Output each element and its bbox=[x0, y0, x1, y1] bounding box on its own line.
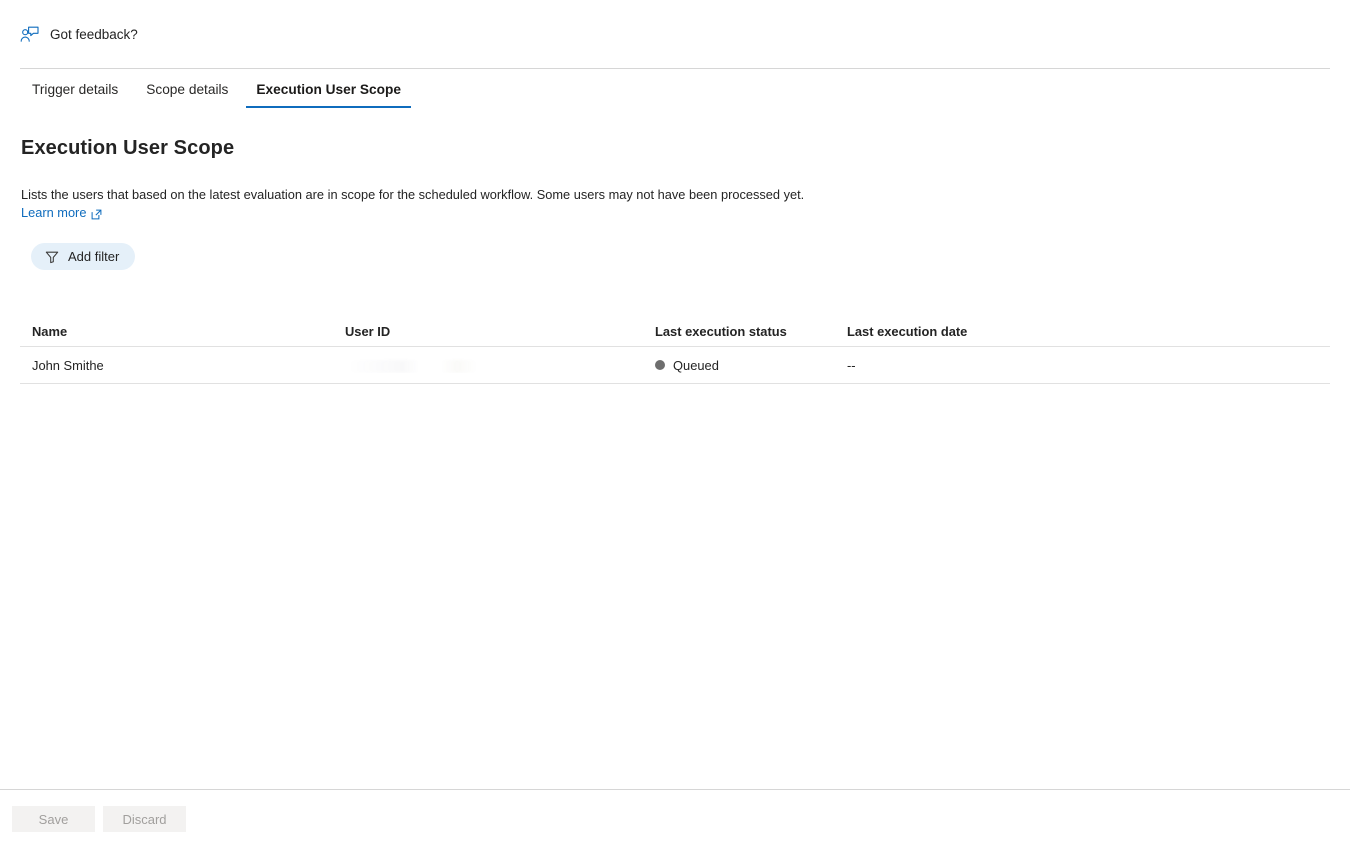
execution-user-scope-page: Got feedback? Trigger details Scope deta… bbox=[0, 0, 1350, 844]
column-header-name[interactable]: Name bbox=[20, 324, 345, 339]
status-label: Queued bbox=[673, 357, 719, 373]
cell-last-execution-date: -- bbox=[847, 357, 856, 373]
tab-bar: Trigger details Scope details Execution … bbox=[18, 74, 415, 108]
page-description: Lists the users that based on the latest… bbox=[21, 186, 1021, 221]
execution-user-scope-table: Name User ID Last execution status Last … bbox=[20, 316, 1330, 384]
column-header-last-execution-status[interactable]: Last execution status bbox=[655, 324, 847, 339]
tab-execution-user-scope[interactable]: Execution User Scope bbox=[242, 74, 415, 108]
discard-button[interactable]: Discard bbox=[103, 806, 186, 832]
tab-trigger-details-label: Trigger details bbox=[32, 81, 119, 97]
footer-divider bbox=[0, 789, 1350, 790]
status-badge bbox=[655, 360, 665, 370]
tab-execution-user-scope-label: Execution User Scope bbox=[256, 81, 401, 97]
page-title: Execution User Scope bbox=[21, 137, 235, 159]
got-feedback-label: Got feedback? bbox=[50, 26, 138, 42]
page-description-text: Lists the users that based on the latest… bbox=[21, 187, 805, 202]
got-feedback-link[interactable]: Got feedback? bbox=[20, 25, 138, 45]
add-filter-button[interactable]: Add filter bbox=[31, 243, 136, 270]
column-header-last-execution-date[interactable]: Last execution date bbox=[847, 324, 1147, 339]
footer-actions: Save Discard bbox=[12, 806, 186, 832]
feedback-bar: Got feedback? bbox=[0, 0, 1350, 69]
learn-more-link[interactable]: Learn more bbox=[21, 204, 102, 221]
tab-scope-details-label: Scope details bbox=[146, 81, 229, 97]
column-header-user-id[interactable]: User ID bbox=[345, 324, 655, 339]
person-feedback-icon bbox=[20, 26, 40, 44]
filter-funnel-icon bbox=[45, 250, 59, 264]
cell-name: John Smithe bbox=[32, 357, 104, 373]
cell-user-id bbox=[345, 357, 655, 373]
external-link-icon bbox=[91, 207, 102, 220]
tab-scope-details[interactable]: Scope details bbox=[132, 74, 242, 104]
add-filter-label: Add filter bbox=[68, 249, 120, 264]
table-row[interactable]: John Smithe Queued -- bbox=[20, 347, 1330, 384]
table-header-row: Name User ID Last execution status Last … bbox=[20, 316, 1330, 347]
redacted-user-id bbox=[345, 359, 515, 373]
save-button[interactable]: Save bbox=[12, 806, 95, 832]
tab-trigger-details[interactable]: Trigger details bbox=[18, 74, 132, 104]
learn-more-label: Learn more bbox=[21, 205, 87, 220]
cell-last-execution-status: Queued bbox=[655, 358, 847, 373]
header-divider bbox=[20, 68, 1330, 69]
